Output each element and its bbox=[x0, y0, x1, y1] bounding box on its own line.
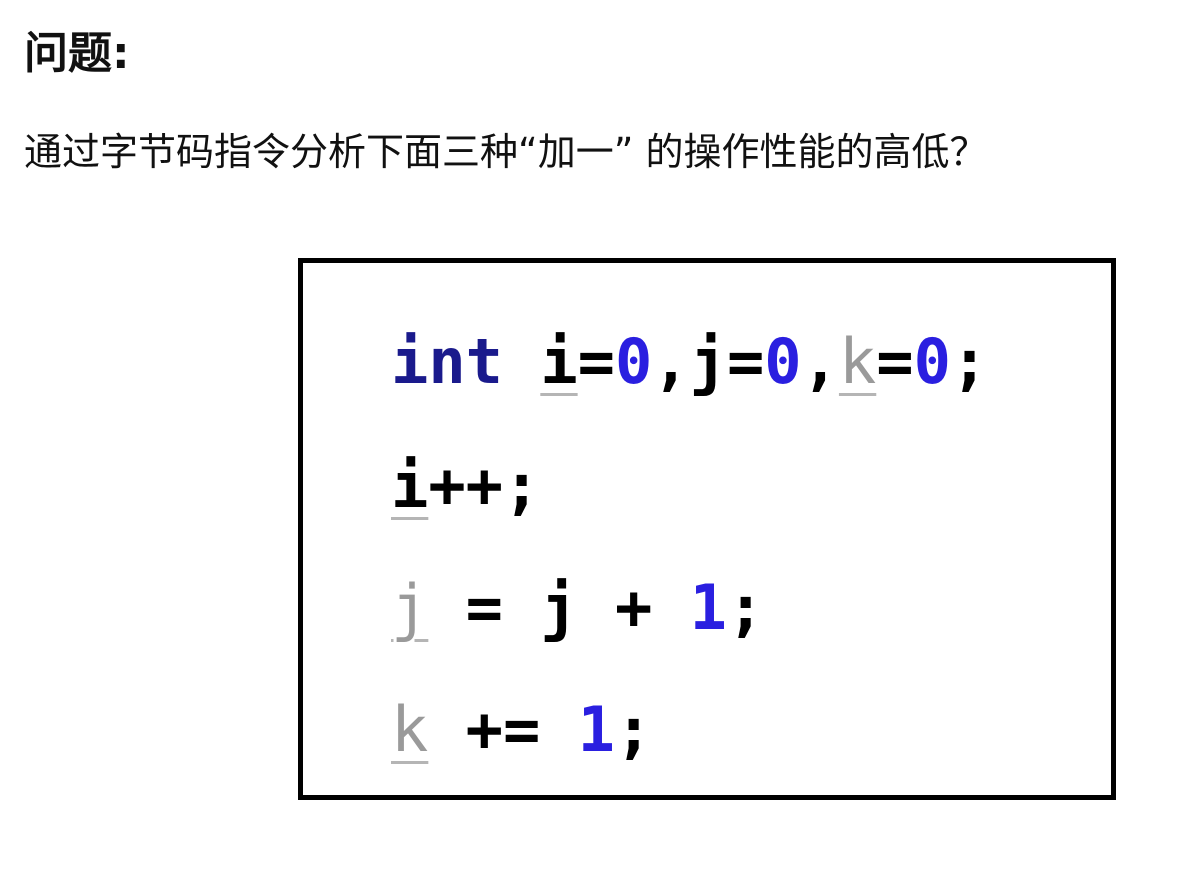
code-line-compound-assign: k += 1; bbox=[391, 699, 652, 761]
number-literal: 1 bbox=[689, 571, 727, 644]
code-line-increment: i++; bbox=[391, 455, 540, 517]
number-literal: 1 bbox=[577, 693, 615, 766]
keyword-int: int bbox=[391, 325, 503, 398]
operator-plus: + bbox=[614, 571, 653, 644]
comma: , bbox=[801, 325, 839, 398]
variable-i: i bbox=[391, 449, 429, 522]
operator-assign: = bbox=[876, 325, 914, 398]
semicolon: ; bbox=[950, 325, 989, 398]
operator-assign: = bbox=[465, 571, 503, 644]
variable-k: k bbox=[838, 325, 877, 398]
operator-increment: ++ bbox=[428, 449, 503, 522]
question-text: 通过字节码指令分析下面三种“加一” 的操作性能的高低？ bbox=[24, 130, 988, 174]
variable-i: i bbox=[540, 325, 578, 398]
comma: , bbox=[652, 325, 690, 398]
page-heading: 问题: bbox=[24, 28, 130, 79]
semicolon: ; bbox=[614, 693, 653, 766]
number-literal: 0 bbox=[764, 325, 802, 398]
code-line-declaration: int i=0,j=0,k=0; bbox=[391, 331, 988, 393]
variable-j: j bbox=[689, 325, 727, 398]
semicolon: ; bbox=[502, 449, 541, 522]
code-line-add-assign-expanded: j = j + 1; bbox=[391, 577, 764, 639]
code-snippet-box: int i=0,j=0,k=0; i++; j = j + 1; k += 1; bbox=[298, 258, 1116, 800]
variable-k: k bbox=[391, 693, 429, 766]
variable-j: j bbox=[540, 571, 578, 644]
number-literal: 0 bbox=[614, 325, 653, 398]
operator-plus-assign: += bbox=[465, 693, 541, 766]
variable-j: j bbox=[391, 571, 429, 644]
operator-assign: = bbox=[726, 325, 765, 398]
operator-assign: = bbox=[577, 325, 615, 398]
number-literal: 0 bbox=[913, 325, 951, 398]
semicolon: ; bbox=[726, 571, 765, 644]
